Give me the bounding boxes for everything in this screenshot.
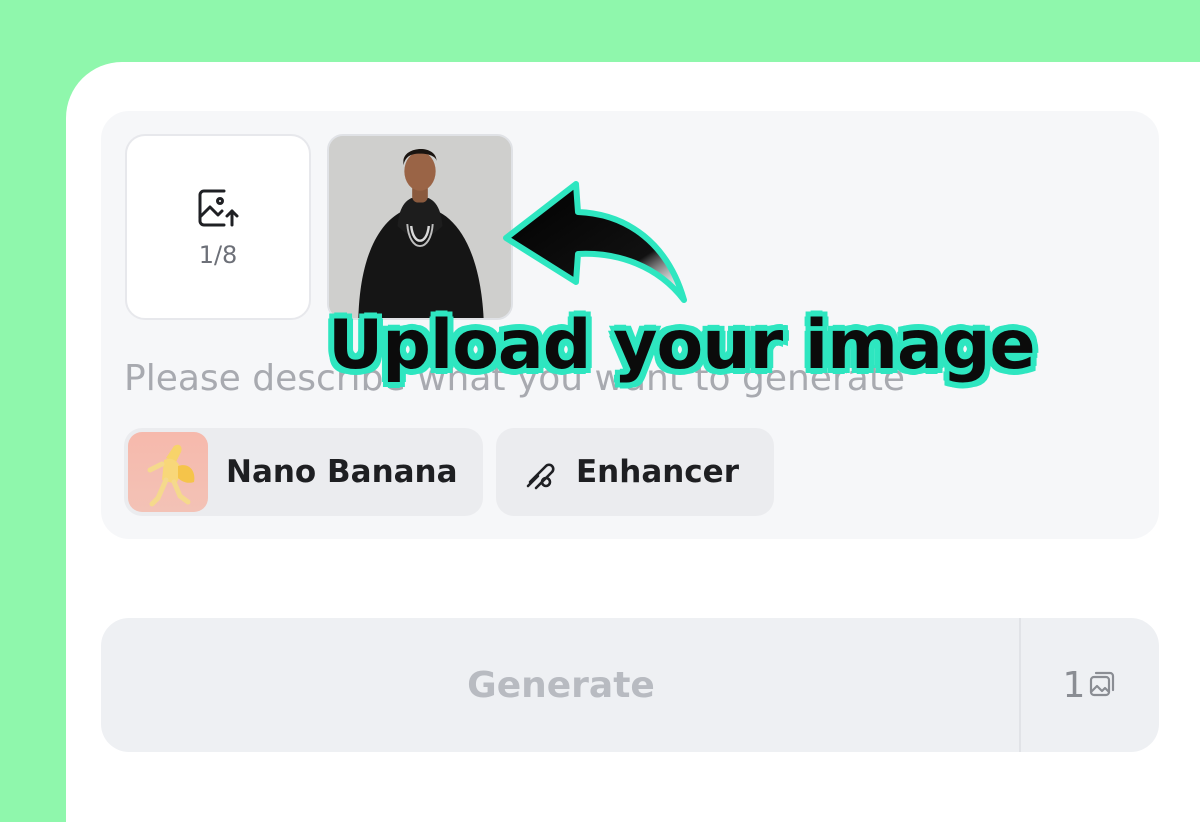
enhancer-label: Enhancer [576,454,739,490]
uploaded-photo-thumbnail[interactable] [327,134,513,320]
images-icon [1090,671,1115,697]
person-photo [329,136,511,318]
generate-bar: Generate 1 [101,618,1159,752]
model-avatar [128,432,208,512]
magic-wand-icon [526,463,555,490]
image-count: 1 [1062,664,1086,706]
annotation-arrow [503,181,687,303]
image-count-selector[interactable]: 1 [1021,618,1159,752]
image-upload-button[interactable]: 1/8 [125,134,311,320]
generate-button[interactable]: Generate [101,618,1021,752]
image-upload-icon [198,189,239,227]
annotation-text: Upload your image [328,306,1036,385]
model-label: Nano Banana [226,454,458,490]
enhancer-button[interactable]: Enhancer [496,428,774,516]
model-selector-button[interactable]: Nano Banana [124,428,483,516]
upload-count: 1/8 [198,241,238,269]
